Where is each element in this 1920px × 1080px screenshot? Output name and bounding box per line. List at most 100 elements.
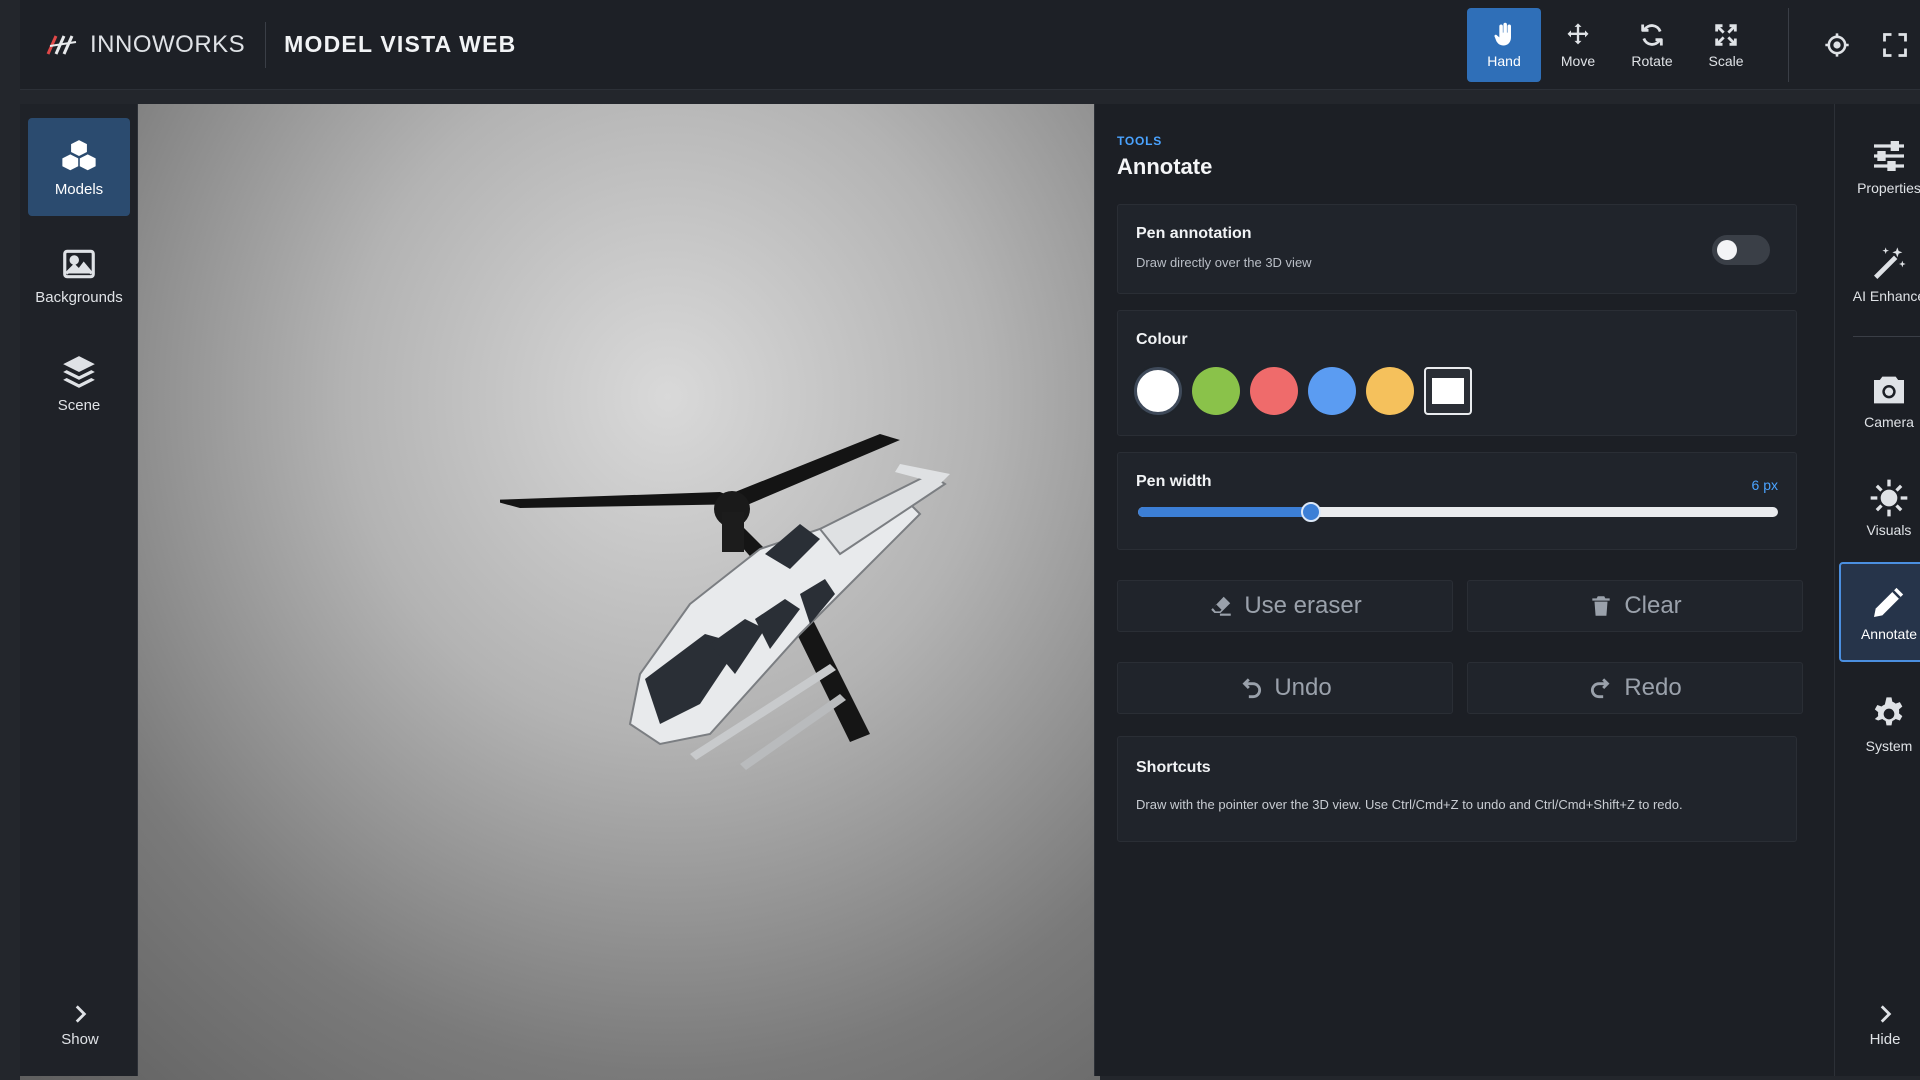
3d-viewport[interactable] (20, 104, 1100, 1080)
clear-label: Clear (1624, 592, 1682, 619)
swatch-white[interactable] (1134, 367, 1182, 415)
sliders-icon (1874, 141, 1904, 171)
pen-width-value: 6 px (1751, 477, 1778, 493)
hand-tool-button[interactable]: Hand (1467, 8, 1541, 82)
rightnav-item-label: Annotate (1860, 626, 1918, 642)
hide-panel-button[interactable]: Hide (1845, 984, 1920, 1064)
rightnav-divider (1853, 336, 1920, 337)
pen-annotation-toggle[interactable] (1712, 235, 1770, 265)
pen-annotation-card: Pen annotation Draw directly over the 3D… (1117, 204, 1797, 294)
sidebar-item-scene[interactable]: Scene (28, 334, 130, 432)
sidebar-item-label: Backgrounds (35, 288, 123, 306)
undo-icon (1242, 678, 1262, 699)
layers-icon (63, 355, 95, 388)
image-icon (63, 249, 95, 278)
hand-tool-label: Hand (1487, 53, 1521, 69)
pen-width-card: Pen width 6 px (1117, 452, 1797, 550)
rightnav-item-system[interactable]: System (1839, 676, 1920, 772)
left-sidebar: Models Backgrounds Scene Show (20, 104, 138, 1076)
rightnav-item-label: System (1865, 738, 1913, 754)
app-title: MODEL VISTA WEB (284, 31, 517, 57)
swatch-green[interactable] (1192, 367, 1240, 415)
pen-width-slider-fill (1138, 507, 1311, 517)
brand: INNOWORKS MODEL VISTA WEB (20, 0, 516, 89)
shortcuts-title: Shortcuts (1136, 759, 1211, 776)
top-bar: INNOWORKS MODEL VISTA WEB Hand Move Rota (20, 0, 1920, 90)
chevron-right-icon (75, 1004, 87, 1023)
show-panel-button[interactable]: Show (40, 984, 120, 1064)
panel-eyebrow: TOOLS (1117, 134, 1163, 148)
crosshair-icon (1825, 33, 1849, 57)
colour-swatches (1134, 367, 1472, 415)
sidebar-item-label: Models (54, 180, 104, 198)
cubes-icon (62, 139, 96, 170)
use-eraser-button[interactable]: Use eraser (1117, 580, 1453, 632)
move-tool-label: Move (1560, 53, 1596, 69)
rightnav-item-label: AI Enhance (1852, 288, 1920, 304)
swatch-blue[interactable] (1308, 367, 1356, 415)
annotate-panel: TOOLS Annotate Pen annotation Draw direc… (1094, 104, 1834, 1076)
pen-annotation-title: Pen annotation (1136, 225, 1252, 242)
pencil-icon (1874, 587, 1904, 617)
trash-icon (1592, 596, 1610, 616)
clear-button[interactable]: Clear (1467, 580, 1803, 632)
move-icon (1567, 23, 1589, 45)
colour-title: Colour (1136, 331, 1188, 348)
undo-label: Undo (1274, 674, 1332, 701)
use-eraser-label: Use eraser (1244, 592, 1362, 619)
undo-button[interactable]: Undo (1117, 662, 1453, 714)
fullscreen-button[interactable] (1876, 26, 1914, 64)
rightnav-item-label: Visuals (1866, 522, 1912, 538)
brand-divider (265, 21, 267, 68)
helicopter-model[interactable] (500, 404, 1100, 924)
rightnav-item-camera[interactable]: Camera (1839, 352, 1920, 448)
chevron-right-icon (1880, 1004, 1892, 1023)
rightnav-item-label: Properties (1857, 180, 1920, 196)
move-tool-button[interactable]: Move (1541, 8, 1615, 82)
sidebar-item-backgrounds[interactable]: Backgrounds (28, 226, 130, 324)
rightnav-item-ai-enhance[interactable]: AI Enhance (1839, 226, 1920, 322)
swatch-custom[interactable] (1424, 367, 1472, 415)
scale-tool-label: Scale (1708, 53, 1744, 69)
hide-label: Hide (1869, 1030, 1901, 1048)
magic-wand-icon (1874, 247, 1906, 279)
recenter-button[interactable] (1818, 26, 1856, 64)
sidebar-item-label: Scene (57, 396, 101, 414)
toolbar-divider (1788, 8, 1789, 82)
gear-icon (1874, 697, 1903, 726)
pen-width-slider-thumb[interactable] (1300, 502, 1321, 522)
eraser-icon (1211, 596, 1232, 616)
redo-button[interactable]: Redo (1467, 662, 1803, 714)
hand-icon (1494, 22, 1511, 46)
redo-icon (1591, 678, 1610, 699)
rightnav-item-label: Camera (1864, 414, 1914, 430)
swatch-custom-fill (1432, 378, 1464, 404)
rightnav-item-properties[interactable]: Properties (1839, 118, 1920, 214)
rightnav-item-visuals[interactable]: Visuals (1839, 460, 1920, 556)
swatch-yellow[interactable] (1366, 367, 1414, 415)
redo-label: Redo (1624, 674, 1682, 701)
scale-icon (1715, 24, 1737, 46)
shortcuts-card: Shortcuts Draw with the pointer over the… (1117, 736, 1797, 842)
shortcuts-text: Draw with the pointer over the 3D view. … (1136, 797, 1683, 812)
right-sidebar: Properties AI Enhance Camera Visuals Ann… (1834, 104, 1920, 1076)
fullscreen-icon (1883, 33, 1907, 57)
rotate-tool-label: Rotate (1631, 53, 1673, 69)
rotate-icon (1641, 24, 1663, 46)
pen-annotation-subtitle: Draw directly over the 3D view (1136, 255, 1312, 270)
innoworks-logo[interactable]: INNOWORKS (46, 31, 245, 59)
sun-icon (1870, 479, 1908, 517)
colour-card: Colour (1117, 310, 1797, 436)
pen-width-slider[interactable] (1138, 502, 1778, 522)
panel-title: Annotate (1117, 154, 1213, 179)
scale-tool-button[interactable]: Scale (1689, 8, 1763, 82)
rightnav-item-annotate[interactable]: Annotate (1839, 562, 1920, 662)
sidebar-item-models[interactable]: Models (28, 118, 130, 216)
show-label: Show (61, 1030, 99, 1048)
transform-toolbar: Hand Move Rotate Scale (1467, 8, 1763, 82)
brand-name: INNOWORKS (90, 30, 246, 58)
swatch-red[interactable] (1250, 367, 1298, 415)
rotate-tool-button[interactable]: Rotate (1615, 8, 1689, 82)
innoworks-logo-icon (46, 34, 77, 55)
camera-icon (1874, 376, 1904, 404)
